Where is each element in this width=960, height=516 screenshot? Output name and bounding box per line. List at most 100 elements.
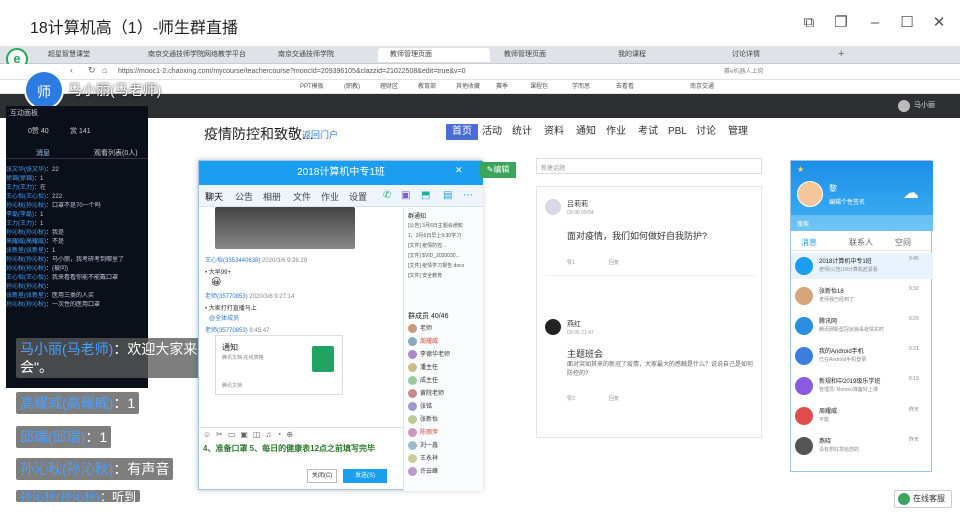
bookmark-item[interactable]: 教育部 bbox=[418, 81, 436, 90]
notice-item[interactable]: [文件] 疫情防控... bbox=[408, 241, 482, 251]
bookmark-item[interactable]: (职教) bbox=[344, 81, 360, 90]
profile-avatar[interactable] bbox=[797, 181, 823, 207]
notice-item[interactable]: [文件] $VID_2020030... bbox=[408, 251, 482, 261]
browser-search-field[interactable]: 赛e机器人上岗 bbox=[724, 66, 804, 78]
tab-chat[interactable]: 聊天 bbox=[205, 190, 223, 203]
member-item[interactable]: 成主任 bbox=[408, 375, 438, 387]
send-button[interactable]: 发送(S) bbox=[343, 469, 387, 483]
bookmark-item[interactable]: PPT模板 bbox=[300, 81, 324, 90]
bookmark-item[interactable]: 理财区 bbox=[380, 81, 398, 90]
tab-album[interactable]: 相册 bbox=[263, 190, 281, 203]
nav-discussion[interactable]: 讨论 bbox=[696, 124, 716, 140]
bookmark-item[interactable]: 南京交通 bbox=[690, 81, 714, 90]
online-help-button[interactable]: 在线客服 bbox=[894, 490, 952, 508]
tab-notice[interactable]: 公告 bbox=[235, 190, 253, 203]
pin-icon[interactable]: ⧉ bbox=[798, 12, 820, 34]
member-item[interactable]: 老师 bbox=[408, 323, 432, 335]
contact-item[interactable]: 张新怡18 老师我已经到了 9:32 bbox=[791, 283, 933, 309]
nav-notice[interactable]: 通知 bbox=[576, 124, 596, 140]
tab-messages[interactable]: 消息 bbox=[36, 148, 50, 158]
contact-item[interactable]: 燕晓 没有想好发给您的 昨天 bbox=[791, 433, 933, 459]
restore-copy-icon[interactable]: ❐ bbox=[830, 12, 852, 34]
bookmark-item[interactable]: 课程包 bbox=[530, 81, 548, 90]
browser-tab[interactable]: 教师管理页面 bbox=[492, 48, 604, 62]
input-toolbar-icons[interactable]: ☺✂▭▣◫♫◔⊕ bbox=[203, 430, 298, 439]
chat-input[interactable]: 4、准备口罩 5、每日的健康表12点之前填写完毕 bbox=[203, 444, 393, 466]
tab-contacts[interactable]: 联系人 bbox=[849, 237, 873, 248]
user-name[interactable]: 马小丽 bbox=[914, 100, 935, 110]
post-likes[interactable]: 赞2 bbox=[567, 395, 575, 402]
member-item[interactable]: 潘主任 bbox=[408, 362, 438, 374]
member-item[interactable]: 陈丽萍 bbox=[408, 427, 438, 439]
browser-tab[interactable]: 南京交通技师学院 bbox=[266, 48, 376, 62]
member-item[interactable]: 王永祥 bbox=[408, 453, 438, 465]
member-item[interactable]: 许云峰 bbox=[408, 466, 438, 478]
more-icon[interactable]: ⋯ bbox=[463, 190, 473, 201]
nav-pbl[interactable]: PBL bbox=[668, 124, 687, 140]
bookmark-item[interactable]: 学而思 bbox=[572, 81, 590, 90]
notice-item[interactable]: [公告] 3月6日主题会通知 bbox=[408, 221, 482, 231]
browser-tab-active[interactable]: 教师管理页面 bbox=[378, 48, 490, 62]
phone-icon[interactable]: ✆ bbox=[383, 190, 391, 201]
browser-tab[interactable]: 超星智慧课堂 bbox=[36, 48, 134, 62]
contact-item[interactable]: 周耀威 不能 昨天 bbox=[791, 403, 933, 429]
back-icon[interactable]: ‹ bbox=[70, 65, 73, 75]
post-replies[interactable]: 回复 bbox=[609, 395, 619, 402]
close-button[interactable]: ✕ bbox=[928, 12, 950, 34]
msg-sender: 老师(35770853) 9:45:47 bbox=[205, 328, 270, 334]
notice-item[interactable]: [文件] 疫情学习报告.docx bbox=[408, 261, 482, 271]
member-item[interactable]: 李德华老师 bbox=[408, 349, 450, 361]
home-icon[interactable]: ⌂ bbox=[102, 65, 107, 75]
notice-item[interactable]: [文件] 安全教育 bbox=[408, 271, 482, 281]
member-item[interactable]: 周耀威 bbox=[408, 336, 438, 348]
topic-search[interactable]: 新建话题 bbox=[536, 158, 762, 174]
contact-item[interactable]: 腾讯网 腾讯网新型冠状病毒疫情实时 9:29 bbox=[791, 313, 933, 339]
tab-homework[interactable]: 作业 bbox=[321, 190, 339, 203]
video-icon[interactable]: ▣ bbox=[401, 190, 410, 201]
edit-button[interactable]: ✎编辑 bbox=[480, 162, 516, 178]
browser-tab[interactable]: 我的课程 bbox=[606, 48, 718, 62]
member-item[interactable]: 张铭 bbox=[408, 401, 432, 413]
contact-item[interactable]: 我的Android手机 已在Android手机登录 9:21 bbox=[791, 343, 933, 369]
nav-exam[interactable]: 考试 bbox=[638, 124, 658, 140]
tab-files[interactable]: 文件 bbox=[293, 190, 311, 203]
notice-item[interactable]: 1、3月6日早上9:30学习 bbox=[408, 231, 482, 241]
window-close-icon[interactable]: ✕ bbox=[455, 165, 463, 176]
browser-tab[interactable]: 南京交通技师学院网络教学平台 bbox=[136, 48, 264, 62]
member-item[interactable]: 刘一鑫 bbox=[408, 440, 438, 452]
profile-signature[interactable]: 编辑个性签名 bbox=[829, 197, 865, 206]
nav-manage[interactable]: 管理 bbox=[728, 124, 748, 140]
post-replies[interactable]: 回复 bbox=[609, 259, 619, 266]
contact-item[interactable]: 2018计算机中专1班 老师(公告)18计算机赶紧看 9:45 bbox=[791, 253, 933, 279]
reload-icon[interactable]: ↻ bbox=[88, 65, 96, 76]
close-chat-button[interactable]: 关闭(C) bbox=[307, 469, 337, 483]
file-card[interactable]: 通知 腾讯文档-在线表格 腾讯文档 bbox=[215, 335, 343, 395]
nav-homework[interactable]: 作业 bbox=[606, 124, 626, 140]
minimize-button[interactable]: – bbox=[864, 12, 886, 34]
share-icon[interactable]: ⬒ bbox=[421, 190, 430, 201]
tab-viewers[interactable]: 观看列表(0人) bbox=[94, 148, 138, 158]
new-tab-icon[interactable]: + bbox=[838, 48, 844, 60]
user-avatar[interactable] bbox=[898, 100, 910, 112]
browser-tab[interactable]: 讨论详情 bbox=[720, 48, 830, 62]
bookmark-item[interactable]: 其他收藏 bbox=[456, 81, 480, 90]
tab-settings[interactable]: 设置 bbox=[349, 190, 367, 203]
qq-search[interactable]: 搜索 bbox=[791, 215, 933, 231]
bookmark-item[interactable]: 去看看 bbox=[616, 81, 634, 90]
member-name: 老师 bbox=[420, 326, 433, 332]
nav-activity[interactable]: 活动 bbox=[482, 124, 502, 140]
nav-resources[interactable]: 资料 bbox=[544, 124, 564, 140]
return-portal-link[interactable]: 返回门户 bbox=[302, 128, 338, 141]
member-item[interactable]: 黄院老师 bbox=[408, 388, 444, 400]
nav-home[interactable]: 首页 bbox=[446, 124, 478, 140]
message-icon[interactable]: ▤ bbox=[443, 190, 452, 201]
contact-item[interactable]: 新规和中2019级乐学班 管理员: Romeo准备好上课 8:19 bbox=[791, 373, 933, 399]
member-item[interactable]: 张新怡 bbox=[408, 414, 438, 426]
url-field[interactable]: https://mooc1-2.chaoxing.com/mycourse/te… bbox=[118, 66, 538, 78]
bookmark-item[interactable]: 赛季 bbox=[496, 81, 508, 90]
tab-messages[interactable]: 消息 bbox=[801, 237, 817, 248]
tab-space[interactable]: 空间 bbox=[895, 237, 911, 248]
nav-stats[interactable]: 统计 bbox=[512, 124, 532, 140]
post-likes[interactable]: 赞1 bbox=[567, 259, 575, 266]
maximize-button[interactable]: ☐ bbox=[896, 12, 918, 34]
